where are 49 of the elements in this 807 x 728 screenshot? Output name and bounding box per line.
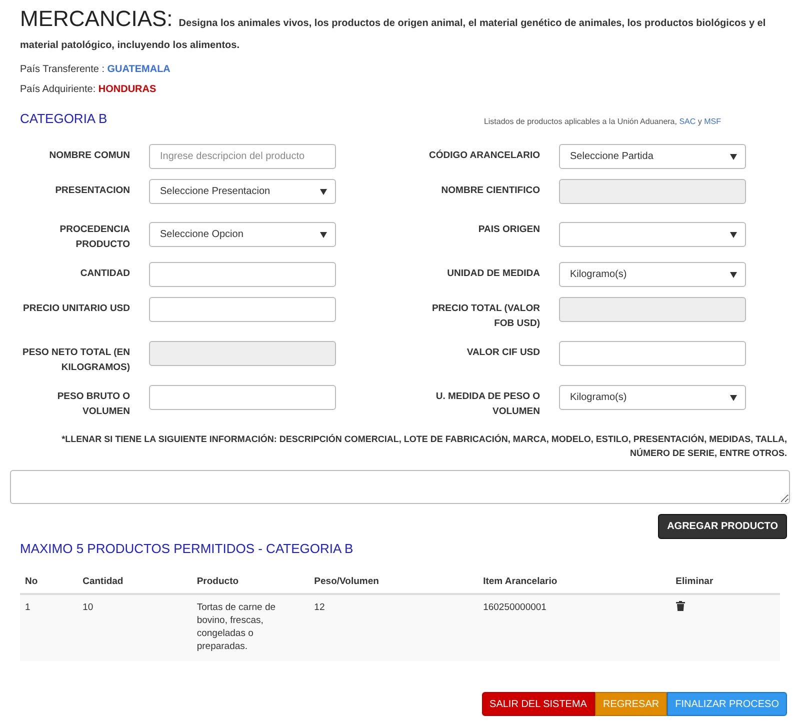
fill-in-note: *LLENAR SI TIENE LA SIGUIENTE INFORMACIÓN: DESCRIPCIÓN COMERCIAL, LOTE DE FABRICACIÓN, MARCA, MODELO, ESTILO, PRESENTACIÓN, MEDIDAS, TALLA, NÚMERO DE SERIE, ENTRE OTROS.: [60, 433, 787, 460]
caret-icon: [320, 232, 327, 238]
table-cell: 160250000001: [478, 594, 671, 661]
field-label: PRESENTACION: [55, 184, 130, 198]
field-label: PESO NETO TOTAL (EN KILOGRAMOS): [21, 346, 130, 375]
msf-link[interactable]: MSF: [704, 117, 721, 126]
field-label: NOMBRE COMUN: [49, 149, 130, 163]
trash-icon[interactable]: [676, 601, 685, 611]
input-field[interactable]: Ingrese descripcion del producto: [149, 144, 336, 169]
input-field[interactable]: [149, 297, 336, 322]
field-label: VALOR CIF USD: [466, 346, 540, 360]
text-area[interactable]: [10, 470, 790, 504]
field-label: PROCEDENCIA PRODUCTO: [58, 223, 130, 252]
field-label: PAIS ORIGEN: [478, 223, 540, 237]
country-line: País Transferente : GUATEMALA: [20, 63, 172, 77]
action-button[interactable]: SALIR DEL SISTEMA: [482, 692, 595, 716]
field-label: UNIDAD DE MEDIDA: [447, 267, 540, 281]
input-field[interactable]: [559, 341, 746, 366]
input-field[interactable]: [149, 262, 336, 287]
field-label: NOMBRE CIENTIFICO: [441, 184, 540, 198]
dropdown[interactable]: Seleccione Partida: [559, 144, 746, 169]
field-label: PRECIO UNITARIO USD: [23, 302, 130, 316]
table-cell: 1: [20, 594, 78, 661]
dropdown[interactable]: Kilogramo(s): [559, 262, 746, 287]
field-label: PESO BRUTO O VOLUMEN: [56, 390, 130, 419]
caret-icon: [730, 232, 737, 238]
caret-icon: [730, 154, 737, 160]
product-lists-note: Listados de productos aplicables a la Unión Aduanera, SAC y MSF: [484, 117, 721, 126]
field-label: PRECIO TOTAL (VALOR FOB USD): [430, 302, 540, 331]
sac-link[interactable]: SAC: [679, 117, 696, 126]
field-label: U. MEDIDA DE PESO O VOLUMEN: [434, 390, 540, 419]
table-cell: 10: [78, 594, 192, 661]
table-cell: Tortas de carne de bovino, frescas, congeladas o preparadas.: [192, 594, 310, 661]
input-field[interactable]: [149, 385, 336, 410]
dropdown[interactable]: Seleccione Presentacion: [149, 179, 336, 204]
dropdown[interactable]: [559, 222, 746, 247]
caret-icon: [730, 272, 737, 278]
table-cell: 12: [309, 594, 478, 661]
header-description: MERCANCIAS: Designa los animales vivos, los productos de origen animal, el material genético de animales, los productos biológicos y el material patológico, incluyendo los alimentos.: [20, 8, 767, 53]
caret-icon: [320, 188, 327, 194]
dropdown[interactable]: Kilogramo(s): [559, 385, 746, 410]
dropdown[interactable]: Seleccione Opcion: [149, 222, 336, 247]
table-title: MAXIMO 5 PRODUCTOS PERMITIDOS - CATEGORIA B: [20, 541, 354, 556]
category-title: CATEGORIA B: [20, 111, 108, 126]
caret-icon: [730, 394, 737, 400]
country-line: País Adquiriente: HONDURAS: [20, 83, 158, 97]
field-label: CÓDIGO ARANCELARIO: [428, 148, 540, 163]
field-label: CANTIDAD: [80, 267, 130, 281]
add-product-button[interactable]: AGREGAR PRODUCTO: [658, 514, 787, 539]
